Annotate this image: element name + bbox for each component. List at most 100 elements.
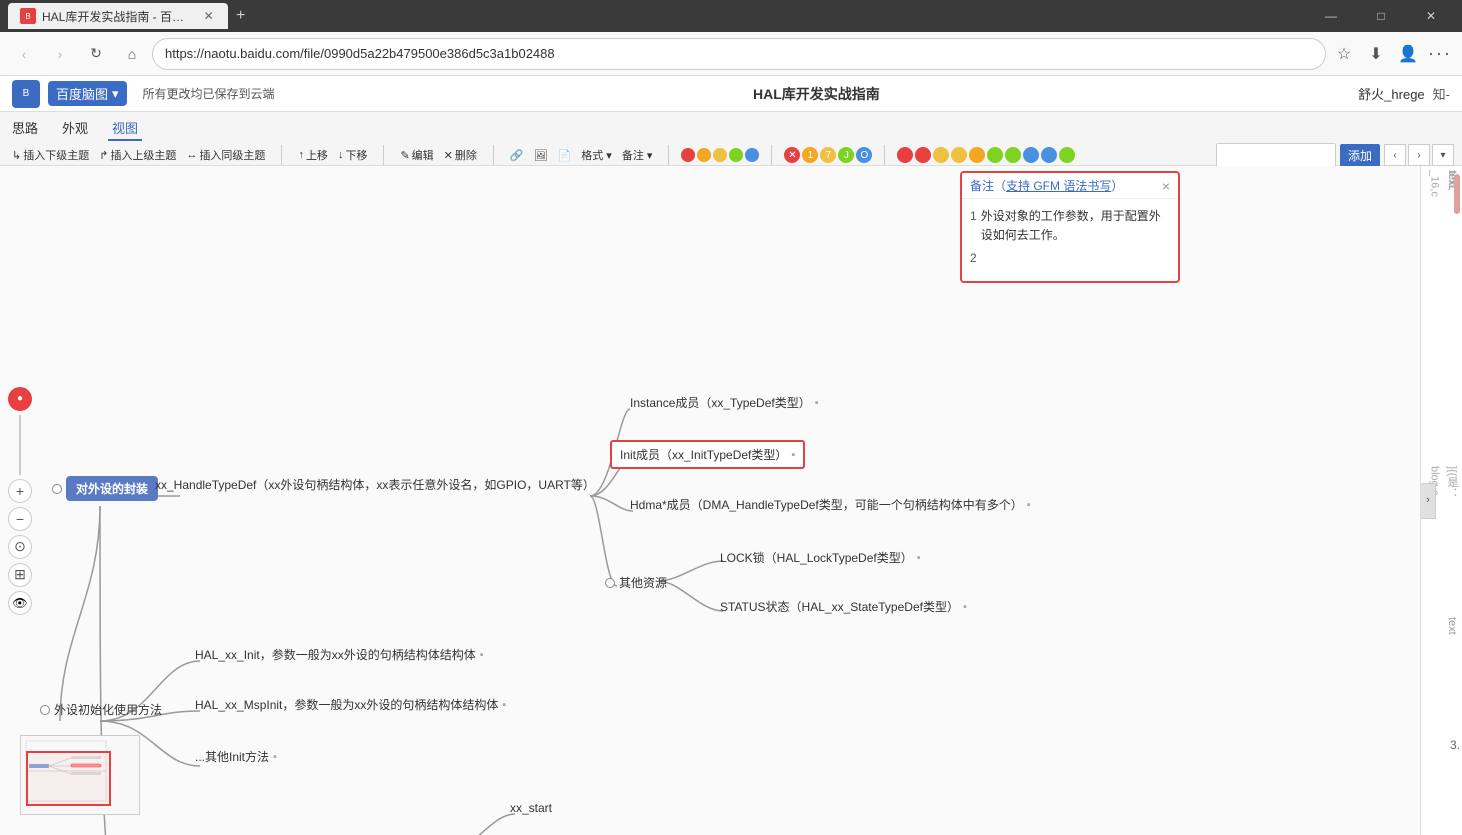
collapse-btn[interactable]: › (1420, 483, 1436, 519)
tab-waiguan[interactable]: 外观 (58, 116, 92, 141)
maximize-btn[interactable]: □ (1358, 0, 1404, 32)
refresh-btn[interactable]: ↻ (80, 38, 112, 70)
minimize-btn[interactable]: — (1308, 0, 1354, 32)
sep5 (771, 145, 772, 165)
move-up-btn[interactable]: ↑上移 (294, 145, 332, 165)
forward-btn[interactable]: › (44, 38, 76, 70)
image-btn[interactable]: 🖼 (530, 147, 552, 164)
zoom-reset-btn[interactable]: ⊙ (8, 535, 32, 559)
notes-close-btn[interactable]: × (1162, 178, 1170, 194)
nav-arrow-down[interactable]: ▾ (1432, 144, 1454, 166)
title-bar: B HAL库开发实战指南 - 百度脑图 ✕ + — □ ✕ (0, 0, 1462, 32)
num-5[interactable]: O (856, 147, 872, 163)
color-yellow[interactable] (713, 148, 727, 162)
node-init-methods-text: 外设初始化使用方法 (54, 701, 162, 718)
bookmark-btn[interactable]: ☆ (1330, 40, 1358, 68)
node-hal-init-icon: ▪ (480, 649, 484, 661)
node-hal-init[interactable]: HAL_xx_Init，参数一般为xx外设的句柄结构体结构体 ▪ (195, 646, 484, 663)
sep3 (493, 145, 494, 165)
num-1[interactable]: ✕ (784, 147, 800, 163)
mini-map-content (21, 736, 139, 814)
central-node[interactable]: 对外设的封装 (52, 476, 158, 501)
sep4 (668, 145, 669, 165)
color-green[interactable] (729, 148, 743, 162)
zoom-line (19, 415, 21, 475)
num-4[interactable]: J (838, 147, 854, 163)
node-other-res[interactable]: 其他资源 (605, 574, 667, 591)
shape-blue2[interactable] (1041, 147, 1057, 163)
notes-title-link[interactable]: 支持 GFM 语法书写 (1006, 179, 1111, 193)
home-btn[interactable]: ⌂ (116, 38, 148, 70)
nav-arrows: ‹ › ▾ (1384, 144, 1454, 166)
download-icon: ⬇ (1362, 40, 1390, 68)
node-other-init[interactable]: ...其他Init方法 ▪ (195, 748, 277, 765)
shape-yellow2[interactable] (951, 147, 967, 163)
account-icon[interactable]: 👤 (1394, 40, 1422, 68)
more-options-btn[interactable]: ··· (1426, 40, 1454, 68)
color-orange[interactable] (697, 148, 711, 162)
node-hdma-icon: ▪ (1027, 499, 1031, 511)
insert-parent-btn[interactable]: ↱插入上级主题 (95, 145, 180, 165)
main-area: 对外设的封装 xx_HandleTypeDef（xx外设句柄结构体，xx表示任意… (0, 166, 1462, 835)
link-btn[interactable]: 🔗 (506, 147, 528, 164)
move-down-btn[interactable]: ↓下移 (334, 145, 372, 165)
knowledge-btn[interactable]: 知- (1433, 84, 1450, 103)
nav-arrow-right[interactable]: › (1408, 144, 1430, 166)
search-input[interactable] (1216, 143, 1336, 167)
color-blue[interactable] (745, 148, 759, 162)
format-btn[interactable]: 格式 ▾ (577, 145, 616, 165)
node-other-init-text: ...其他Init方法 (195, 748, 269, 765)
node-xx-start-text: xx_start (510, 801, 552, 815)
shape-orange1[interactable] (969, 147, 985, 163)
shape-red1[interactable] (897, 147, 913, 163)
node-lock-text: LOCK锁（HAL_LockTypeDef类型） (720, 549, 913, 566)
sep1 (281, 145, 282, 165)
node-hdma[interactable]: Hdma*成员（DMA_HandleTypeDef类型，可能一个句柄结构体中有多… (630, 496, 1031, 513)
shape-blue1[interactable] (1023, 147, 1039, 163)
shape-group (897, 147, 1075, 163)
back-btn[interactable]: ‹ (8, 38, 40, 70)
insert-peer-btn[interactable]: ↔插入同级主题 (182, 145, 269, 165)
node-other-init-icon: ▪ (273, 751, 277, 763)
note-btn[interactable]: 📄 (554, 147, 576, 164)
zoom-plus-btn[interactable]: + (8, 479, 32, 503)
node-init[interactable]: Init成员（xx_InitTypeDef类型） ▪ (610, 440, 805, 469)
num-2[interactable]: 1 (802, 147, 818, 163)
new-tab-btn[interactable]: + (228, 7, 253, 25)
sep6 (884, 145, 885, 165)
node-handle[interactable]: xx_HandleTypeDef（xx外设句柄结构体，xx表示任意外设名，如GP… (155, 476, 595, 493)
eye-btn[interactable]: 👁 (8, 591, 32, 615)
node-hal-mspinit[interactable]: HAL_xx_MspInit，参数一般为xx外设的句柄结构体结构体 ▪ (195, 696, 506, 713)
edit-btn[interactable]: ✎编辑 (396, 145, 437, 165)
zoom-special-btn[interactable]: ● (8, 387, 32, 411)
search-add-btn[interactable]: 添加 (1340, 144, 1380, 167)
nav-arrow-left[interactable]: ‹ (1384, 144, 1406, 166)
insert-child-btn[interactable]: ↳插入下级主题 (8, 145, 93, 165)
note2-btn[interactable]: 备注 ▾ (618, 145, 657, 165)
node-xx-start[interactable]: xx_start (510, 799, 552, 817)
shape-yellow1[interactable] (933, 147, 949, 163)
shape-red2[interactable] (915, 147, 931, 163)
shape-green2[interactable] (1005, 147, 1021, 163)
url-bar[interactable]: https://naotu.baidu.com/file/0990d5a22b4… (152, 38, 1326, 70)
browser-tab[interactable]: B HAL库开发实战指南 - 百度脑图 ✕ (8, 3, 228, 29)
delete-btn[interactable]: ✕删除 (440, 145, 481, 165)
num-3[interactable]: 7 (820, 147, 836, 163)
central-node-text: 对外设的封装 (66, 476, 158, 501)
node-instance[interactable]: Instance成员（xx_TypeDef类型） ▪ (630, 394, 819, 411)
tab-silu[interactable]: 思路 (8, 116, 42, 141)
shape-green3[interactable] (1059, 147, 1075, 163)
tab-shitu[interactable]: 视图 (108, 116, 142, 141)
close-btn[interactable]: ✕ (1408, 0, 1454, 32)
app-title-btn[interactable]: 百度脑图 ▾ (48, 81, 127, 106)
canvas[interactable]: 对外设的封装 xx_HandleTypeDef（xx外设句柄结构体，xx表示任意… (0, 166, 1420, 835)
node-status[interactable]: STATUS状态（HAL_xx_StateTypeDef类型） ▪ (720, 598, 967, 615)
zoom-fit-btn[interactable]: ⊞ (8, 563, 32, 587)
node-init-methods[interactable]: 外设初始化使用方法 (40, 701, 162, 718)
node-lock-icon: ▪ (917, 552, 921, 564)
tab-close-btn[interactable]: ✕ (201, 8, 216, 24)
node-lock[interactable]: LOCK锁（HAL_LockTypeDef类型） ▪ (720, 549, 921, 566)
shape-green1[interactable] (987, 147, 1003, 163)
color-red[interactable] (681, 148, 695, 162)
zoom-minus-btn[interactable]: − (8, 507, 32, 531)
